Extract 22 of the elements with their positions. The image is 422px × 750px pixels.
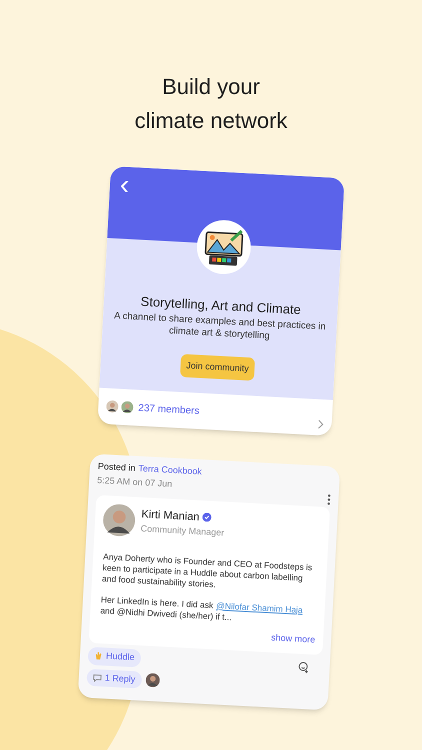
author-name: Kirti Manian [141,506,200,525]
headline: climate network [134,107,288,135]
headline: Build your [162,73,260,101]
post-paragraph: Anya Doherty who is Founder and CEO at Foodsteps is keen to participate in a Huddle about carbon labelling and food sustainability stories. [100,550,314,591]
hand-icon [94,651,104,661]
show-more-link[interactable]: show more [270,630,316,647]
chevron-icon[interactable] [317,419,324,430]
channel-icon [195,218,252,276]
huddle-reaction[interactable]: Huddle [88,646,141,667]
join-community-button[interactable]: Join community [180,353,256,381]
members-count[interactable]: 237 members [138,400,200,418]
posted-in-label: Posted in [98,460,136,475]
back-button[interactable]: ‹ [119,170,130,200]
avatar [121,400,134,414]
avatar [106,400,119,413]
add-reaction-icon[interactable] [297,660,310,674]
comment-icon [92,672,102,682]
author-role: Community Manager [140,522,224,540]
avatar [144,673,160,688]
reply-button[interactable]: 1 Reply [86,668,142,689]
avatar [102,502,136,537]
more-icon[interactable] [327,494,331,505]
